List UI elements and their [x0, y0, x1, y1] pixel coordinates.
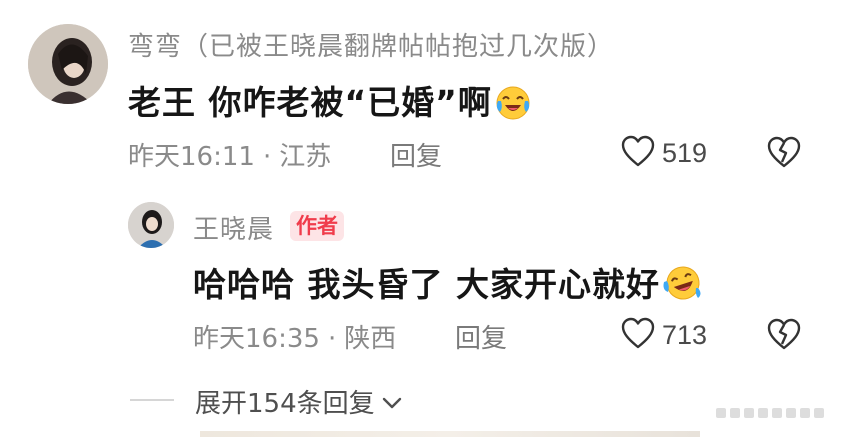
- reply-dislike-button[interactable]: [766, 317, 802, 355]
- comment-text: 老王 你咋老被“已婚”啊: [128, 83, 492, 122]
- comment-meta: 昨天16:11 · 江苏: [128, 136, 331, 173]
- expand-replies-label: 展开154条回复: [195, 389, 375, 419]
- comment-location: 江苏: [279, 142, 332, 172]
- comment-username[interactable]: 弯弯（已被王晓晨翻牌帖帖抱过几次版）: [128, 26, 614, 63]
- comment-content: 老王 你咋老被“已婚”啊: [128, 76, 532, 128]
- reply-button[interactable]: 回复: [390, 136, 442, 173]
- reply-like-count: 713: [662, 319, 708, 350]
- reply-content: 哈哈哈 我头昏了 大家开心就好: [193, 258, 704, 310]
- comment-time: 昨天16:11: [128, 142, 255, 172]
- reply-time: 昨天16:35: [193, 324, 320, 354]
- avatar[interactable]: [28, 24, 108, 104]
- expand-divider: [130, 399, 174, 401]
- like-button[interactable]: 519: [620, 134, 707, 172]
- reply-meta: 昨天16:35 · 陕西: [193, 318, 396, 355]
- chevron-down-icon: [381, 387, 403, 417]
- broken-heart-icon: [766, 136, 802, 173]
- broken-heart-icon: [766, 318, 802, 355]
- author-badge: 作者: [290, 211, 344, 241]
- crying-laughing-emoji-icon: [494, 84, 532, 128]
- reply-like-button[interactable]: 713: [620, 316, 707, 354]
- reply-location: 陕西: [344, 324, 397, 354]
- reply-username[interactable]: 王晓晨: [193, 209, 274, 246]
- reply-reply-button[interactable]: 回复: [455, 318, 507, 355]
- reply-text: 哈哈哈 我头昏了 大家开心就好: [193, 265, 660, 304]
- reply-avatar[interactable]: [128, 202, 174, 248]
- heart-outline-icon: [620, 134, 656, 172]
- like-count: 519: [662, 137, 708, 168]
- separator-dot: ·: [262, 142, 272, 172]
- laughing-tears-emoji-icon: [662, 264, 704, 310]
- dislike-button[interactable]: [766, 135, 802, 173]
- expand-replies-button[interactable]: 展开154条回复: [195, 383, 403, 420]
- watermark: [716, 405, 836, 425]
- next-comment-edge: [200, 431, 700, 437]
- separator-dot: ·: [327, 324, 337, 354]
- heart-outline-icon: [620, 316, 656, 354]
